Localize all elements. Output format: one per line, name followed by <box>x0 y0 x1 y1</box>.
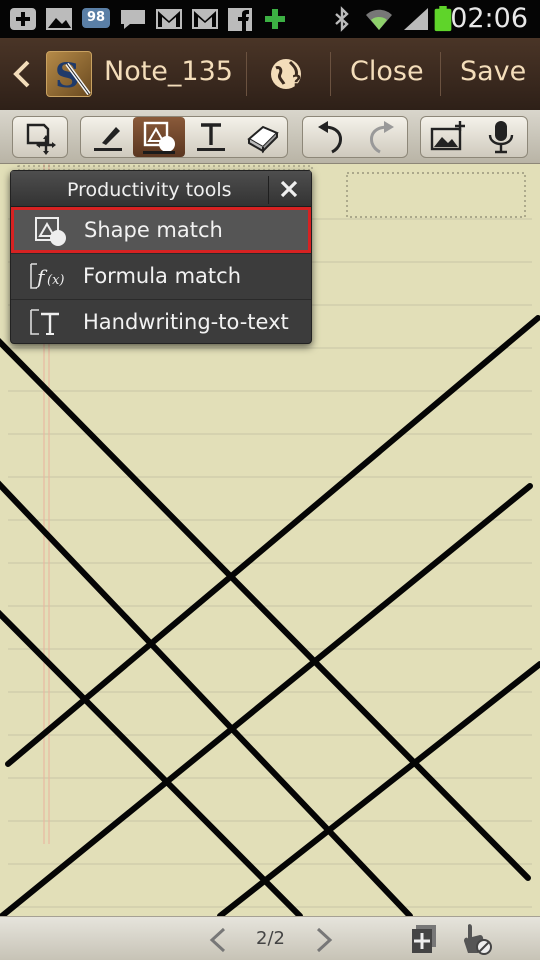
menu-item-shape-match[interactable]: Shape match <box>11 207 311 253</box>
gmail-icon <box>192 9 218 29</box>
undo-icon[interactable] <box>304 117 356 157</box>
drawn-stroke <box>404 164 540 204</box>
text-box-placeholder[interactable] <box>346 172 526 218</box>
plus-icon <box>265 9 285 29</box>
gmail-icon <box>156 9 182 29</box>
bluetooth-icon <box>335 6 349 32</box>
chat-icon <box>121 10 145 29</box>
pen-icon[interactable] <box>82 117 134 157</box>
menu-item-label: Formula match <box>83 264 242 288</box>
add-page-icon[interactable] <box>410 923 440 955</box>
select-move-icon[interactable] <box>14 117 66 157</box>
previous-page-icon[interactable] <box>204 925 234 955</box>
app-logo: S <box>46 51 92 97</box>
svg-text:?: ? <box>292 71 301 90</box>
handwriting-text-icon <box>30 309 59 335</box>
menu-item-label: Shape match <box>84 218 223 242</box>
page-indicator: 2/2 <box>256 928 285 949</box>
menu-item-formula-match[interactable]: f (x) Formula match <box>11 253 311 297</box>
popup-header: Productivity tools <box>11 171 311 207</box>
popup-title: Productivity tools <box>67 179 232 201</box>
formula-icon: f (x) <box>30 263 64 289</box>
redo-icon[interactable] <box>356 117 408 157</box>
svg-text:(x): (x) <box>47 273 64 288</box>
facebook-icon <box>228 8 252 31</box>
notification-count-badge: 98 <box>82 8 110 28</box>
shape-icon <box>143 121 175 154</box>
eraser-icon[interactable] <box>237 117 289 157</box>
tool-group-select <box>12 116 68 158</box>
save-button[interactable]: Save <box>460 56 526 87</box>
wifi-icon <box>366 9 392 30</box>
insert-image-icon[interactable] <box>422 117 474 157</box>
close-button[interactable]: Close <box>350 56 424 87</box>
drawn-stroke <box>0 480 413 916</box>
back-arrow-icon[interactable] <box>10 58 34 90</box>
help-globe-icon[interactable]: ? <box>268 56 308 92</box>
microphone-icon[interactable] <box>475 117 527 157</box>
action-bar: S Note_1351 ? Close Save <box>0 38 540 110</box>
divider <box>330 52 331 96</box>
signal-icon <box>404 8 428 30</box>
popup-close-button[interactable] <box>268 176 308 204</box>
productivity-tools-popup: Productivity tools Shape match f (x) For… <box>10 170 312 344</box>
add-icon <box>10 8 36 30</box>
tool-group-history <box>302 116 408 158</box>
divider <box>246 52 247 96</box>
close-icon <box>280 180 298 198</box>
status-bar: 98 02:06 <box>0 0 540 38</box>
drawn-stroke <box>0 338 531 881</box>
shape-tool-button[interactable] <box>133 117 185 157</box>
clock: 02:06 <box>450 3 528 34</box>
note-title[interactable]: Note_1351 <box>104 56 232 87</box>
next-page-icon[interactable] <box>308 925 338 955</box>
tool-bar <box>0 110 540 164</box>
gallery-icon <box>46 8 72 30</box>
menu-item-label: Handwriting-to-text <box>83 310 289 334</box>
menu-item-handwriting-to-text[interactable]: Handwriting-to-text <box>11 299 311 343</box>
divider <box>440 52 441 96</box>
pen-only-mode-icon[interactable] <box>460 921 494 957</box>
text-icon[interactable] <box>185 117 237 157</box>
tool-group-insert <box>420 116 528 158</box>
shape-match-icon <box>35 217 66 246</box>
tool-group-draw <box>80 116 288 158</box>
page-navigation-bar: 2/2 <box>0 916 540 960</box>
